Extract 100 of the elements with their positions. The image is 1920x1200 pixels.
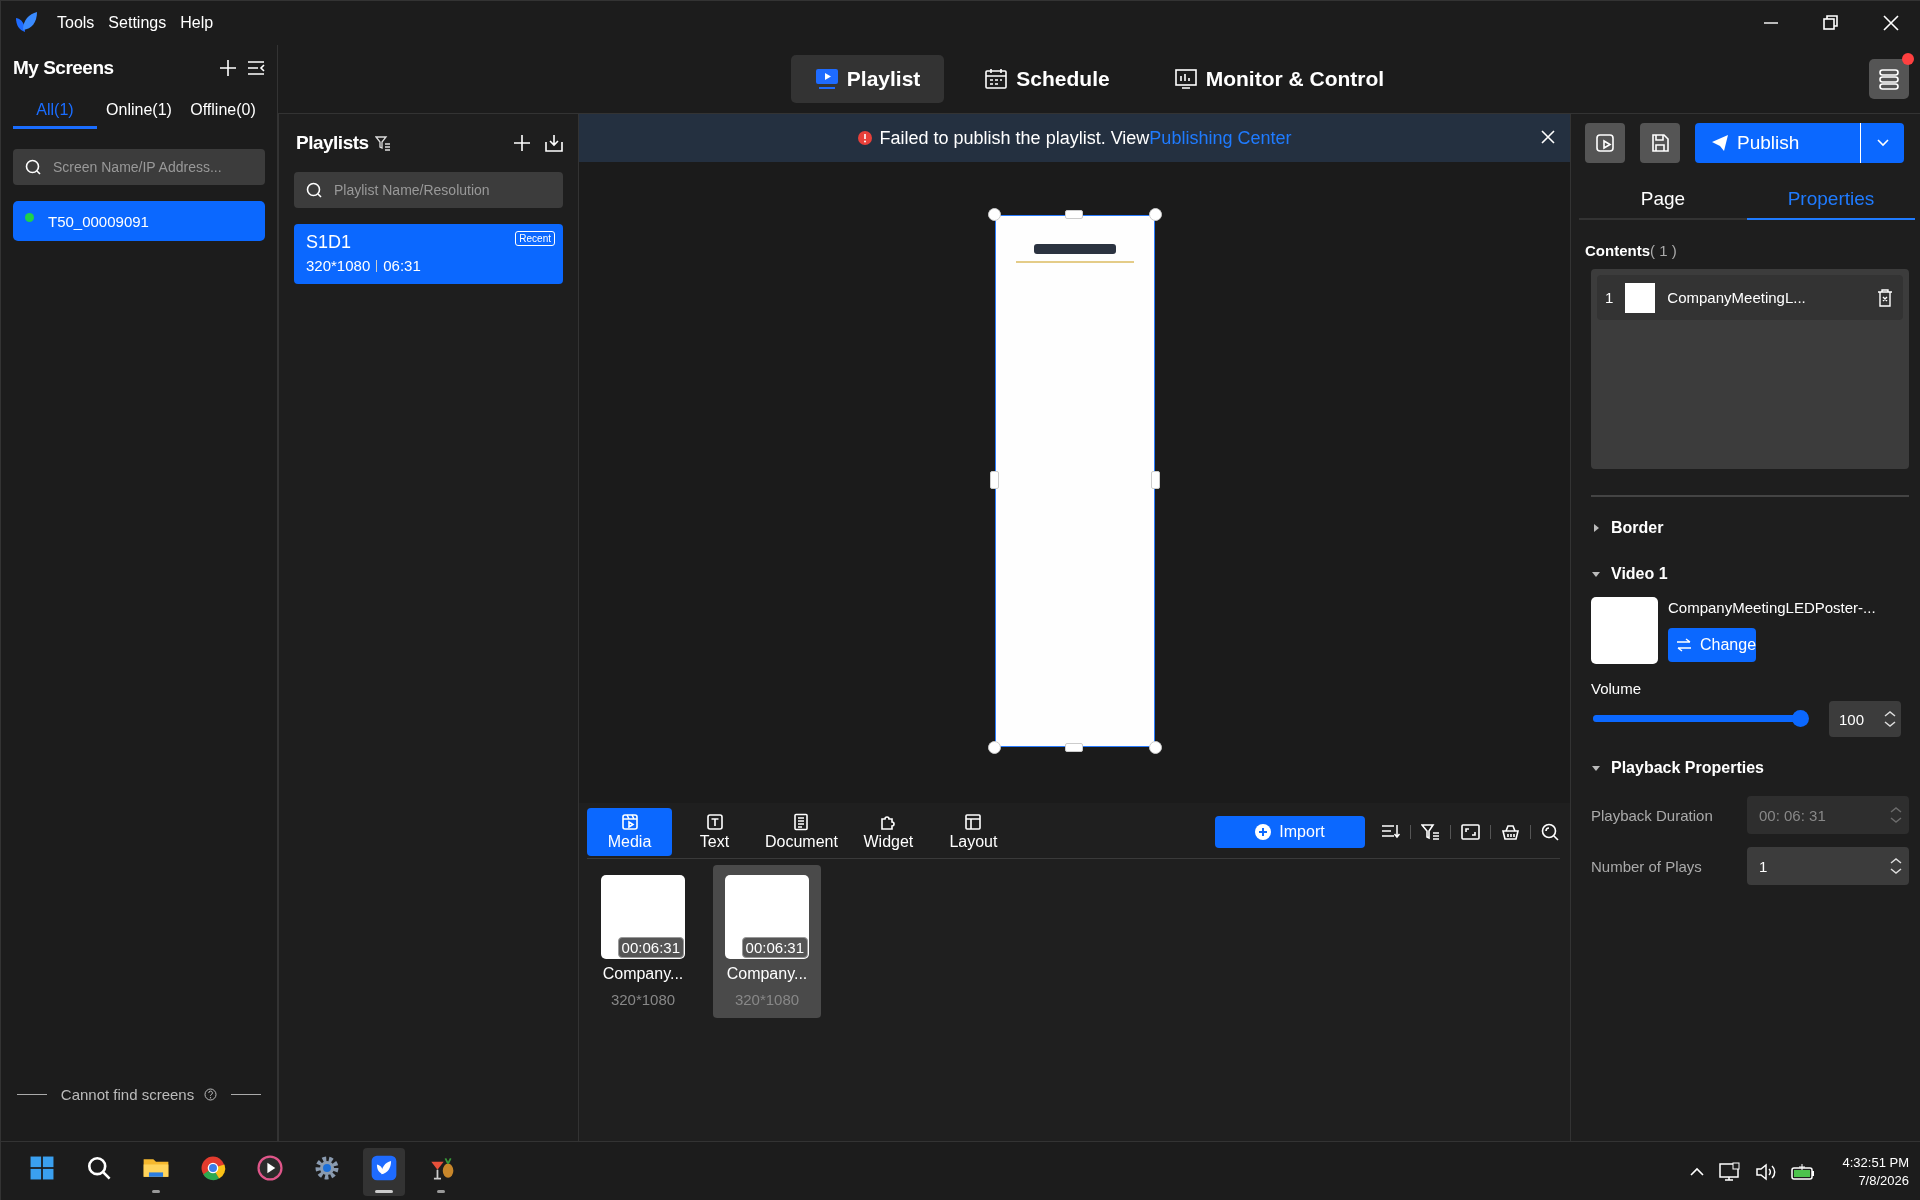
filter-icon[interactable] xyxy=(1421,823,1440,841)
running-indicator xyxy=(152,1189,160,1193)
media-tab[interactable]: Widget xyxy=(845,808,931,856)
content-item[interactable]: 1 CompanyMeetingL... xyxy=(1597,275,1903,320)
media-item[interactable]: 00:06:31 Company... 320*1080 xyxy=(713,865,821,1018)
add-icon[interactable] xyxy=(513,134,531,152)
search-field[interactable]: Playlist Name/Resolution xyxy=(294,172,563,208)
swap-icon xyxy=(1676,638,1692,652)
nav-tab[interactable]: Monitor & Control xyxy=(1149,55,1409,103)
error-message: Failed to publish the playlist. ViewPublishing Center xyxy=(879,127,1292,149)
sort-icon[interactable] xyxy=(1381,823,1400,841)
recent-badge: Recent xyxy=(515,231,555,246)
resize-handle[interactable] xyxy=(1148,207,1162,221)
fullscreen-icon[interactable] xyxy=(1461,823,1480,841)
resolution-text: 320*1080 xyxy=(610,991,676,1008)
zoom-icon[interactable] xyxy=(1541,823,1560,841)
nav-tab[interactable]: Playlist xyxy=(790,55,945,103)
media-tab[interactable]: Text xyxy=(672,808,757,856)
taskbar-app[interactable] xyxy=(363,1147,405,1196)
screen-item[interactable]: T50_00009091 xyxy=(13,201,265,241)
delete-icon[interactable] xyxy=(1877,288,1893,307)
video-icon xyxy=(620,813,639,831)
video-thumbnail xyxy=(1591,597,1658,664)
close-icon xyxy=(1540,129,1556,145)
volume-label: Volume xyxy=(1591,680,1643,697)
down-icon xyxy=(1889,816,1903,824)
caret-icon xyxy=(1876,139,1889,147)
menu-item[interactable]: Tools xyxy=(57,14,95,32)
save-button[interactable] xyxy=(1640,123,1680,163)
down-icon xyxy=(1883,720,1897,728)
filter-tab[interactable]: Offline(0) xyxy=(181,95,265,129)
field-label: Number of Plays xyxy=(1591,857,1703,875)
filter-tab[interactable]: All(1) xyxy=(13,95,97,129)
up-icon xyxy=(1889,806,1903,814)
content-name: CompanyMeetingL... xyxy=(1667,289,1806,306)
duration-badge: 00:06:31 xyxy=(741,937,808,958)
slider-thumb[interactable] xyxy=(1792,710,1809,727)
collapse-icon[interactable] xyxy=(247,59,265,77)
caret-icon xyxy=(1591,569,1601,579)
resize-handle[interactable] xyxy=(989,470,999,489)
publish-button[interactable]: Publish xyxy=(1695,123,1860,163)
panel-tab[interactable]: Properties xyxy=(1747,180,1915,220)
section-header[interactable]: Video 1 xyxy=(1591,559,1668,589)
contents-count: ( 1 ) xyxy=(1650,242,1677,259)
basket-icon[interactable] xyxy=(1501,823,1520,841)
section-header[interactable]: Border xyxy=(1591,513,1664,543)
dropdown-button[interactable] xyxy=(1860,123,1904,163)
clock[interactable]: 4:32:51 PM 7/8/2026 xyxy=(1842,1155,1909,1188)
playlist-card[interactable]: S1D1 Recent 320*1080 06:31 xyxy=(294,224,563,284)
close-icon xyxy=(1881,13,1901,33)
add-circle-icon xyxy=(1255,824,1272,840)
media-tab[interactable]: Layout xyxy=(930,808,1016,856)
battery-icon[interactable] xyxy=(1790,1162,1815,1181)
search-placeholder: Playlist Name/Resolution xyxy=(334,182,490,198)
number-field[interactable]: 1 xyxy=(1747,847,1909,885)
network-icon[interactable] xyxy=(1718,1161,1741,1182)
up-icon xyxy=(1883,710,1897,718)
media-tab[interactable]: Document xyxy=(757,808,846,856)
menu-item[interactable]: Settings xyxy=(108,14,167,32)
preview-button[interactable] xyxy=(1585,123,1625,163)
media-name: Company... xyxy=(726,965,808,983)
number-field: 00: 06: 31 xyxy=(1747,796,1909,834)
resize-handle[interactable] xyxy=(987,207,1001,221)
text-icon xyxy=(705,813,724,831)
panel-title: My Screens xyxy=(13,57,114,79)
menu-item[interactable]: Help xyxy=(180,14,214,32)
filter-tab[interactable]: Online(1) xyxy=(97,95,181,129)
import-icon[interactable] xyxy=(545,134,563,152)
media-tab[interactable]: Media xyxy=(587,808,672,856)
chevron-up-icon[interactable] xyxy=(1688,1166,1705,1177)
layout-icon xyxy=(964,813,983,831)
server-button[interactable] xyxy=(1869,59,1909,99)
speaker-icon[interactable] xyxy=(1754,1162,1777,1181)
search-placeholder: Screen Name/IP Address... xyxy=(53,159,222,175)
up-icon xyxy=(1889,857,1903,865)
running-indicator xyxy=(437,1189,445,1193)
section-header[interactable]: Playback Properties xyxy=(1591,753,1764,783)
field-label: Playback Duration xyxy=(1591,806,1714,824)
resize-handle[interactable] xyxy=(1064,209,1083,219)
restore-icon xyxy=(1821,13,1841,33)
resize-handle[interactable] xyxy=(1150,470,1160,489)
nav-tab[interactable]: Schedule xyxy=(960,55,1134,103)
send-icon xyxy=(1711,134,1729,152)
resize-handle[interactable] xyxy=(987,740,1001,754)
filter-icon[interactable] xyxy=(374,135,391,151)
search-field[interactable]: Screen Name/IP Address... xyxy=(13,149,265,185)
error-icon xyxy=(857,131,872,145)
item-index: 1 xyxy=(1605,289,1614,306)
contents-title: Contents xyxy=(1585,242,1650,259)
change-button[interactable]: Change xyxy=(1668,628,1756,662)
resize-handle[interactable] xyxy=(1064,742,1083,752)
import-button[interactable]: Import xyxy=(1215,816,1365,848)
volume-field[interactable]: 100 xyxy=(1829,701,1901,737)
close-button[interactable] xyxy=(1540,129,1556,145)
caret-icon xyxy=(1591,523,1601,533)
media-item[interactable]: 00:06:31 Company... 320*1080 xyxy=(589,865,697,1018)
search-icon xyxy=(306,182,322,198)
panel-tab[interactable]: Page xyxy=(1579,180,1747,220)
add-icon[interactable] xyxy=(219,59,237,77)
help-link[interactable]: Cannot find screens xyxy=(60,1086,195,1103)
